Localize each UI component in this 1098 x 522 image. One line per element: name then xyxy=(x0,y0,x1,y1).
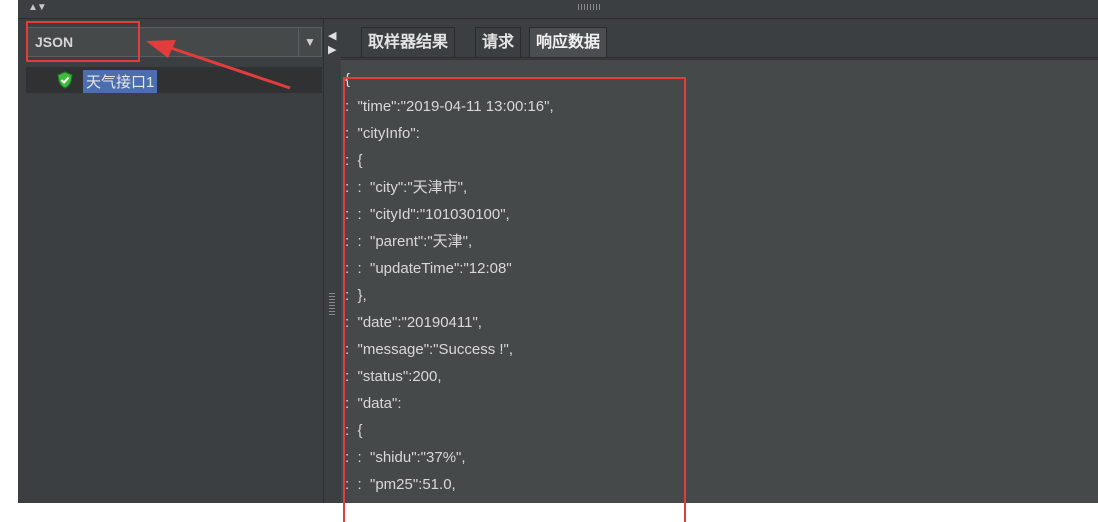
results-tree-panel: JSON ▼ 天气接口1 xyxy=(18,19,323,503)
results-tree: 天气接口1 xyxy=(26,67,322,503)
tree-item[interactable]: 天气接口1 xyxy=(26,67,322,93)
tab-request[interactable]: 请求 xyxy=(475,27,522,57)
chevron-down-icon[interactable]: ▼ xyxy=(298,28,321,56)
shield-check-icon xyxy=(57,71,73,89)
annotation-box-renderer xyxy=(26,21,140,62)
tab-response-data[interactable]: 响应数据 xyxy=(529,27,608,57)
vertical-splitter[interactable]: ◀ ▶ xyxy=(323,19,342,503)
tree-item-label: 天气接口1 xyxy=(83,70,158,93)
annotation-box-json xyxy=(343,77,686,522)
tab-sampler-result[interactable]: 取样器结果 xyxy=(361,27,456,57)
collapse-left-icon[interactable]: ◀ xyxy=(328,29,336,42)
collapse-arrows-icon[interactable]: ▲▼ xyxy=(28,2,47,13)
result-tabs: 取样器结果 请求 响应数据 xyxy=(341,27,1098,58)
splitter-grip-icon[interactable] xyxy=(329,291,335,315)
expand-right-icon[interactable]: ▶ xyxy=(328,43,336,56)
top-splitter-bar[interactable]: ▲▼ xyxy=(18,0,1098,19)
splitter-grip-icon[interactable] xyxy=(578,4,600,10)
